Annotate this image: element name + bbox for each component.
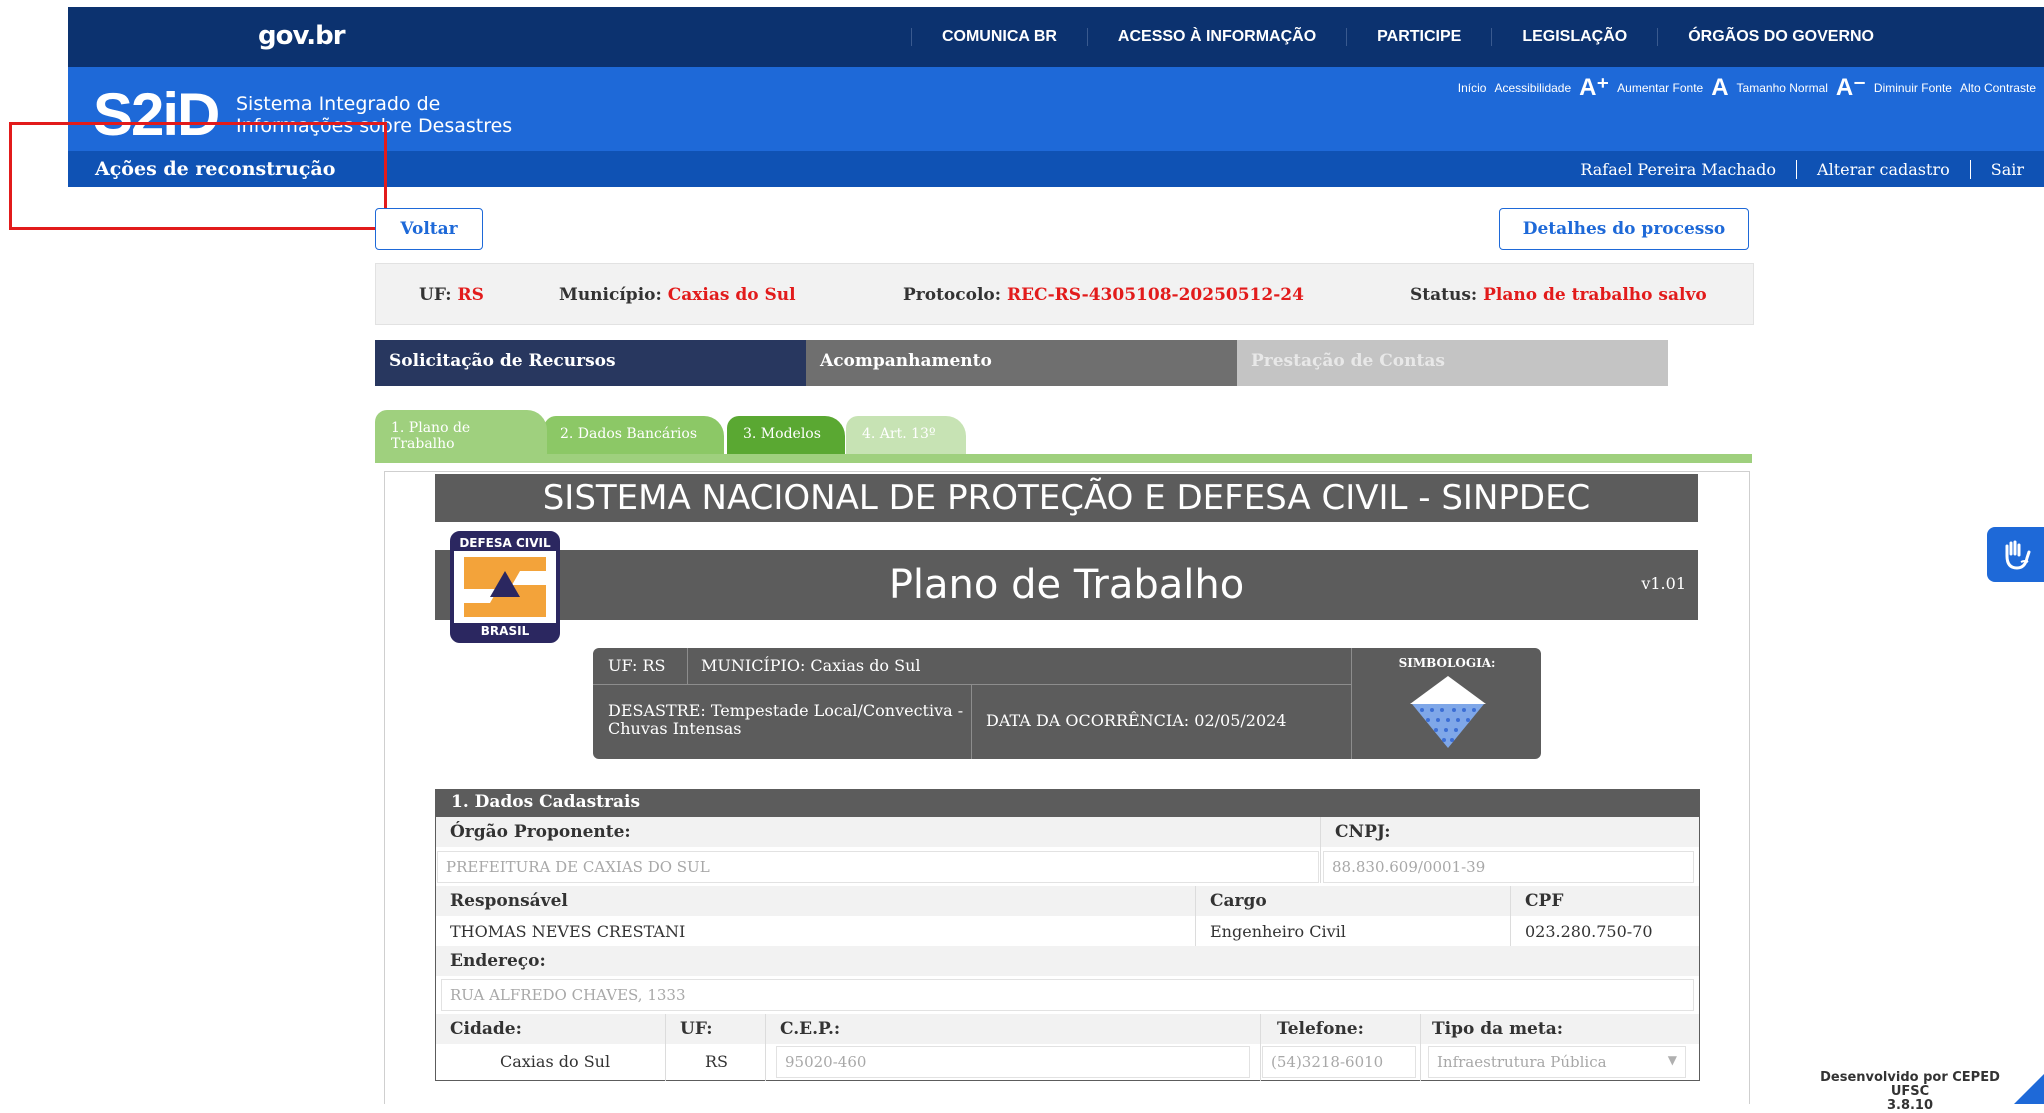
alterar-cadastro-link[interactable]: Alterar cadastro xyxy=(1796,159,1970,179)
decrease-font-link[interactable]: Diminuir Fonte xyxy=(1874,81,1952,95)
disaster-info-box: UF: RS MUNICÍPIO: Caxias do Sul DESASTRE… xyxy=(593,648,1541,759)
increase-font-link[interactable]: Aumentar Fonte xyxy=(1617,81,1703,95)
gov-logo[interactable]: gov.br xyxy=(258,21,346,51)
tab-prestacao-contas[interactable]: Prestação de Contas xyxy=(1237,340,1668,386)
endereco-label: Endereço: xyxy=(450,951,546,971)
gov-link-comunica[interactable]: COMUNICA BR xyxy=(910,28,1087,46)
telefone-label: Telefone: xyxy=(1277,1019,1364,1039)
version-label: v1.01 xyxy=(1641,574,1686,593)
user-menu: Rafael Pereira Machado Alterar cadastro … xyxy=(1560,151,2044,187)
vlibras-hand-icon[interactable] xyxy=(1987,527,2044,582)
subtab-underline xyxy=(375,454,1752,463)
rain-symbol-icon xyxy=(1408,674,1488,754)
chevron-down-icon: ▼ xyxy=(1667,1053,1677,1067)
s2id-subtitle-line1: Sistema Integrado de xyxy=(236,93,441,115)
detalhes-processo-button[interactable]: Detalhes do processo xyxy=(1499,208,1749,250)
cidade-label: Cidade: xyxy=(450,1019,522,1039)
responsavel-value: THOMAS NEVES CRESTANI xyxy=(450,922,686,941)
footer-credit: Desenvolvido por CEPED UFSC 3.8.10 xyxy=(1800,1071,2020,1113)
tipo-meta-select[interactable]: Infraestrutura Pública ▼ xyxy=(1428,1046,1686,1078)
protocolo-info: Protocolo: REC-RS-4305108-20250512-24 xyxy=(903,285,1304,305)
highlight-box xyxy=(9,122,387,230)
status-info: Status: Plano de trabalho salvo xyxy=(1410,285,1707,305)
box-uf: UF: RS xyxy=(608,656,666,675)
cpf-label: CPF xyxy=(1525,891,1564,911)
gov-links: COMUNICA BR ACESSO À INFORMAÇÃO PARTICIP… xyxy=(910,7,1904,67)
plano-banner: Plano de Trabalho v1.01 xyxy=(435,550,1698,620)
footer-version: 3.8.10 xyxy=(1886,1098,1934,1113)
defesa-civil-logo: DEFESA CIVIL BRASIL xyxy=(450,531,560,643)
high-contrast-link[interactable]: Alto Contraste xyxy=(1960,81,2036,95)
normal-font-icon[interactable]: A xyxy=(1711,74,1728,102)
inicio-link[interactable]: Início xyxy=(1458,81,1487,95)
defesa-civil-logo-top: DEFESA CIVIL xyxy=(459,536,551,550)
gov-link-acesso[interactable]: ACESSO À INFORMAÇÃO xyxy=(1086,28,1346,46)
process-info-bar: UF: RS Município: Caxias do Sul Protocol… xyxy=(375,263,1754,325)
cnpj-label: CNPJ: xyxy=(1335,822,1391,842)
tab-solicitacao-recursos[interactable]: Solicitação de Recursos xyxy=(375,340,806,386)
box-data-ocorrencia: DATA DA OCORRÊNCIA: 02/05/2024 xyxy=(986,711,1287,730)
subtab-plano-trabalho[interactable]: 1. Plano de Trabalho xyxy=(375,410,547,456)
box-municipio: MUNICÍPIO: Caxias do Sul xyxy=(701,656,921,675)
box-desastre: DESASTRE: Tempestade Local/Convectiva - … xyxy=(608,701,964,738)
plano-title: Plano de Trabalho xyxy=(888,562,1245,608)
gov-link-orgaos[interactable]: ÓRGÃOS DO GOVERNO xyxy=(1657,28,1904,46)
accessibility-bar: Início Acessibilidade A⁺ Aumentar Fonte … xyxy=(1458,73,2036,102)
normal-font-link[interactable]: Tamanho Normal xyxy=(1737,81,1828,95)
cargo-value: Engenheiro Civil xyxy=(1210,922,1346,941)
responsavel-label: Responsável xyxy=(450,891,568,911)
decrease-font-icon[interactable]: A⁻ xyxy=(1836,73,1866,102)
orgao-field[interactable]: PREFEITURA DE CAXIAS DO SUL xyxy=(437,851,1319,883)
sair-link[interactable]: Sair xyxy=(1969,159,2044,179)
gov-link-participe[interactable]: PARTICIPE xyxy=(1346,28,1491,46)
tipo-meta-value: Infraestrutura Pública xyxy=(1437,1053,1607,1071)
cidade-value: Caxias do Sul xyxy=(500,1052,611,1071)
subtab-modelos[interactable]: 3. Modelos xyxy=(727,416,845,456)
dados-cadastrais-title: 1. Dados Cadastrais xyxy=(435,789,1700,817)
gov-link-legislacao[interactable]: LEGISLAÇÃO xyxy=(1491,28,1657,46)
tipo-meta-label: Tipo da meta: xyxy=(1432,1019,1564,1039)
tab-acompanhamento[interactable]: Acompanhamento xyxy=(806,340,1237,386)
endereco-field[interactable]: RUA ALFREDO CHAVES, 1333 xyxy=(441,979,1694,1011)
voltar-button[interactable]: Voltar xyxy=(375,208,483,250)
cep-label: C.E.P.: xyxy=(780,1019,841,1039)
telefone-field[interactable]: (54)3218-6010 xyxy=(1262,1046,1416,1078)
increase-font-icon[interactable]: A⁺ xyxy=(1579,73,1609,102)
footer-line1: Desenvolvido por CEPED UFSC xyxy=(1820,1070,2000,1099)
user-name[interactable]: Rafael Pereira Machado xyxy=(1560,160,1796,179)
uf-value: RS xyxy=(705,1052,729,1071)
sinpdec-banner: SISTEMA NACIONAL DE PROTEÇÃO E DEFESA CI… xyxy=(435,474,1698,522)
label-row-endereco xyxy=(436,946,1699,976)
corner-decoration-icon xyxy=(2014,1074,2044,1104)
cargo-label: Cargo xyxy=(1210,891,1267,911)
cnpj-field[interactable]: 88.830.609/0001-39 xyxy=(1323,851,1694,883)
uf-info: UF: RS xyxy=(419,285,484,305)
gov-bar: gov.br COMUNICA BR ACESSO À INFORMAÇÃO P… xyxy=(68,7,2044,67)
orgao-label: Órgão Proponente: xyxy=(450,822,631,842)
cep-field[interactable]: 95020-460 xyxy=(776,1046,1250,1078)
simbologia-label: SIMBOLOGIA: xyxy=(1398,656,1496,670)
cpf-value: 023.280.750-70 xyxy=(1525,922,1653,941)
subtab-dados-bancarios[interactable]: 2. Dados Bancários xyxy=(544,416,724,456)
subtab-art13[interactable]: 4. Art. 13º xyxy=(846,416,966,456)
acessibilidade-link[interactable]: Acessibilidade xyxy=(1494,81,1571,95)
defesa-civil-logo-bottom: BRASIL xyxy=(481,624,530,638)
uf-label: UF: xyxy=(680,1019,713,1039)
municipio-info: Município: Caxias do Sul xyxy=(559,285,796,305)
